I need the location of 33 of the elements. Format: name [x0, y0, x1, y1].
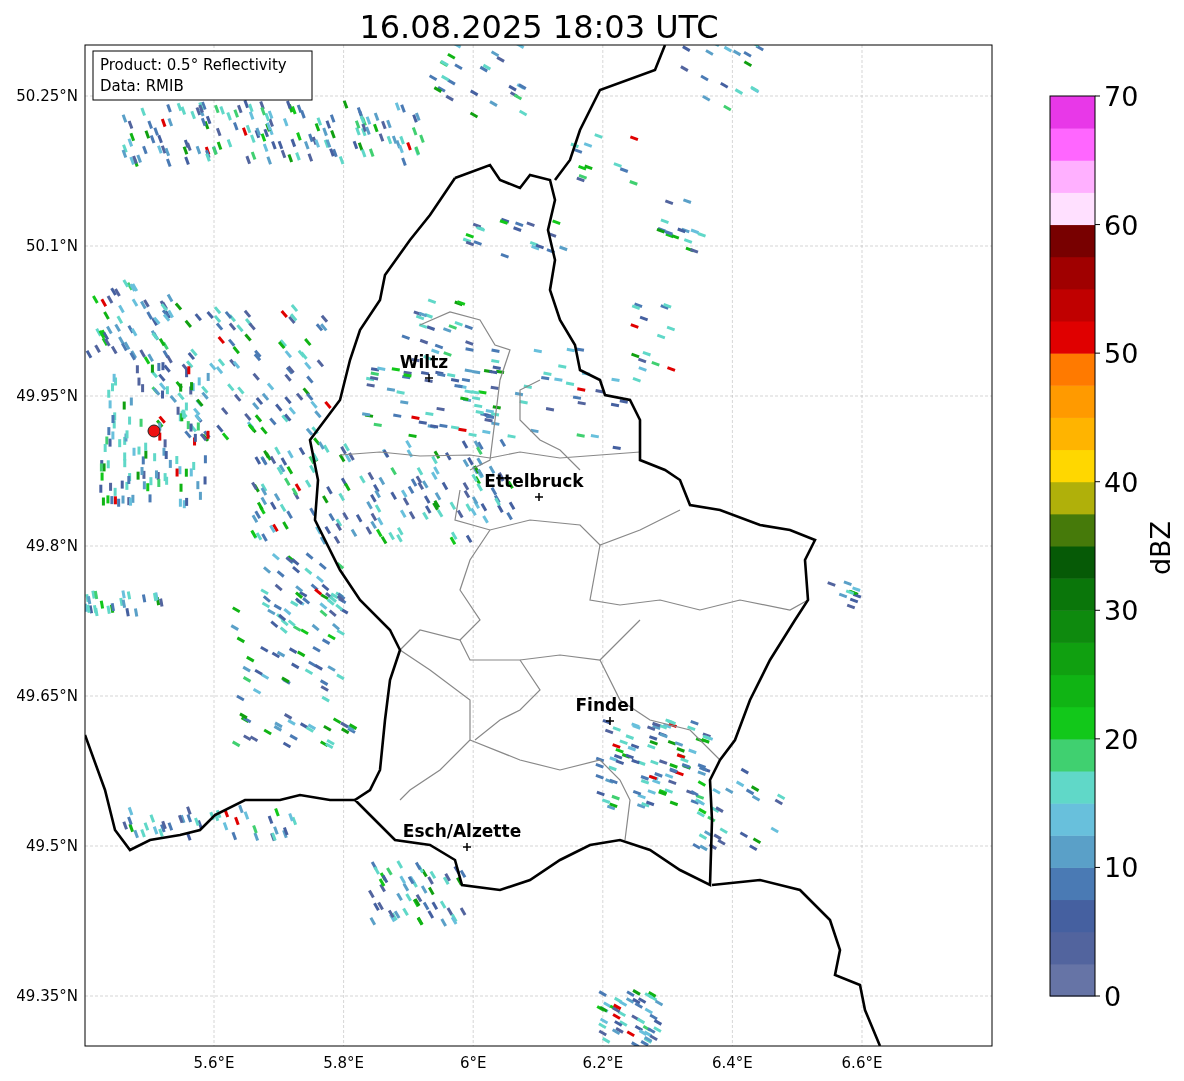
colorbar-tick-label: 0: [1104, 981, 1122, 1012]
city-label: Esch/Alzette: [402, 821, 522, 841]
latitude-tick-label: 49.95°N: [16, 387, 78, 405]
latitude-tick-label: 49.35°N: [16, 987, 78, 1005]
longitude-tick-label: 6.4°E: [712, 1054, 753, 1072]
figure-title: 16.08.2025 18:03 UTC: [359, 8, 719, 46]
colorbar-tick-label: 70: [1104, 81, 1139, 112]
longitude-tick-label: 6.6°E: [841, 1054, 883, 1072]
city-label: Wiltz: [399, 352, 449, 372]
latitude-tick-label: 49.8°N: [25, 537, 78, 555]
city-marker-icon: [534, 492, 544, 502]
city-label: Findel: [575, 695, 635, 715]
longitude-tick-label: 6.2°E: [582, 1054, 624, 1072]
colorbar-tick-label: 30: [1104, 595, 1139, 627]
longitude-tick-label: 5.6°E: [193, 1054, 235, 1072]
city-marker-icon: [424, 373, 434, 383]
colorbar-tick-label: 40: [1104, 466, 1139, 498]
latitude-tick-label: 50.25°N: [16, 87, 78, 105]
info-text: Data: RMIB: [100, 77, 184, 95]
info-text: Product: 0.5° Reflectivity: [100, 56, 287, 74]
longitude-tick-label: 6°E: [459, 1054, 487, 1072]
colorbar-tick-label: 20: [1104, 723, 1139, 755]
latitude-tick-label: 49.5°N: [25, 837, 78, 855]
colorbar-tick-label: 50: [1104, 338, 1139, 370]
city-marker-icon: [462, 842, 472, 852]
colorbar-label: dBZ: [1145, 520, 1176, 576]
colorbar-tick-label: 60: [1104, 209, 1139, 241]
latitude-tick-label: 50.1°N: [25, 237, 78, 255]
radar-site-marker: [147, 424, 161, 438]
latitude-tick-label: 49.65°N: [16, 687, 78, 705]
colorbar-tick-label: 10: [1104, 852, 1139, 884]
longitude-tick-label: 5.8°E: [323, 1054, 364, 1072]
city-marker-icon: [605, 716, 615, 726]
